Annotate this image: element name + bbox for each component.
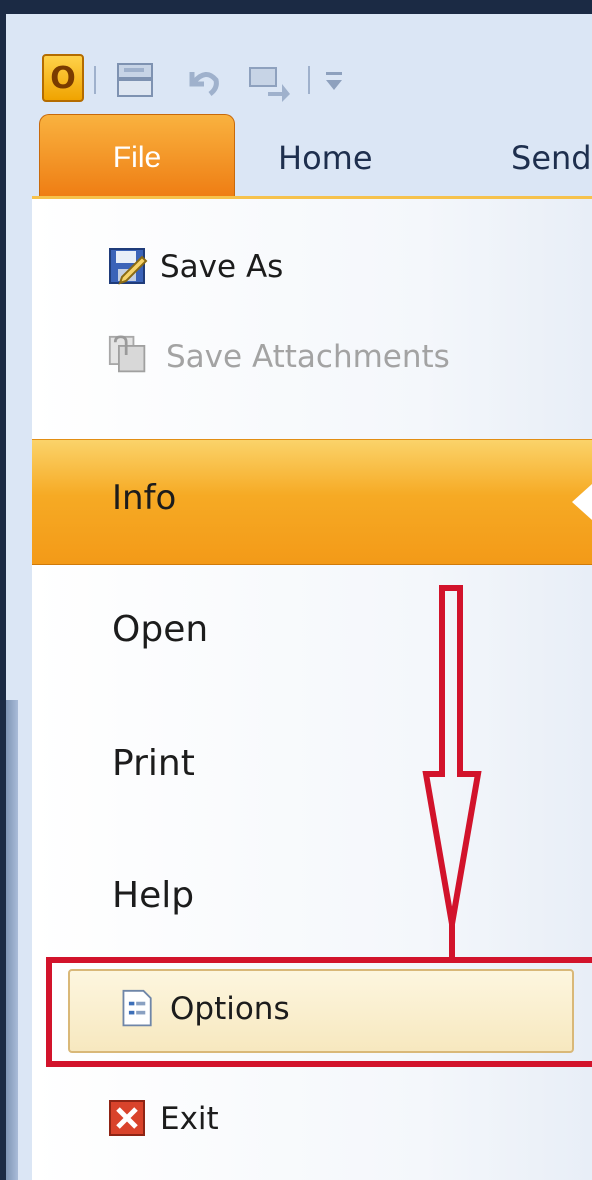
send-receive-icon[interactable] xyxy=(114,60,158,100)
toolbar-separator xyxy=(94,66,96,94)
quick-access-toolbar: O xyxy=(6,14,592,114)
save-attachments-command[interactable]: Save Attachments xyxy=(32,327,592,387)
tab-home[interactable]: Home xyxy=(278,139,373,177)
nav-item-open[interactable]: Open xyxy=(32,589,592,679)
save-as-command[interactable]: Save As xyxy=(32,239,592,299)
outlook-window: O File Home Send Save As Save Attachment… xyxy=(6,14,592,1180)
exit-command[interactable]: Exit xyxy=(32,1083,592,1153)
annotation-highlight-box xyxy=(46,957,592,1067)
exit-icon xyxy=(109,1100,145,1136)
annotation-arrow-icon xyxy=(422,585,482,960)
backstage-menu: Save As Save Attachments Info Open Print… xyxy=(32,196,592,1180)
nav-item-info[interactable]: Info xyxy=(32,439,592,565)
nav-item-open-label: Open xyxy=(112,609,209,650)
nav-item-print-label: Print xyxy=(112,743,195,784)
tab-send[interactable]: Send xyxy=(511,139,592,177)
save-as-label: Save As xyxy=(160,249,284,285)
selection-notch xyxy=(572,484,592,520)
exit-label: Exit xyxy=(160,1101,219,1137)
save-as-icon xyxy=(109,248,148,285)
window-left-edge xyxy=(6,700,18,1180)
nav-item-info-label: Info xyxy=(112,478,177,518)
save-attachments-label: Save Attachments xyxy=(166,339,450,375)
reply-icon[interactable] xyxy=(246,62,294,102)
nav-item-help[interactable]: Help xyxy=(32,855,592,945)
nav-item-help-label: Help xyxy=(112,875,195,916)
nav-item-print[interactable]: Print xyxy=(32,723,592,813)
tab-file[interactable]: File xyxy=(39,114,235,200)
toolbar-separator xyxy=(308,66,310,94)
undo-icon[interactable] xyxy=(182,62,222,100)
outlook-logo-icon[interactable]: O xyxy=(42,54,84,102)
save-attachments-icon xyxy=(108,335,146,373)
customize-icon[interactable] xyxy=(322,70,346,94)
